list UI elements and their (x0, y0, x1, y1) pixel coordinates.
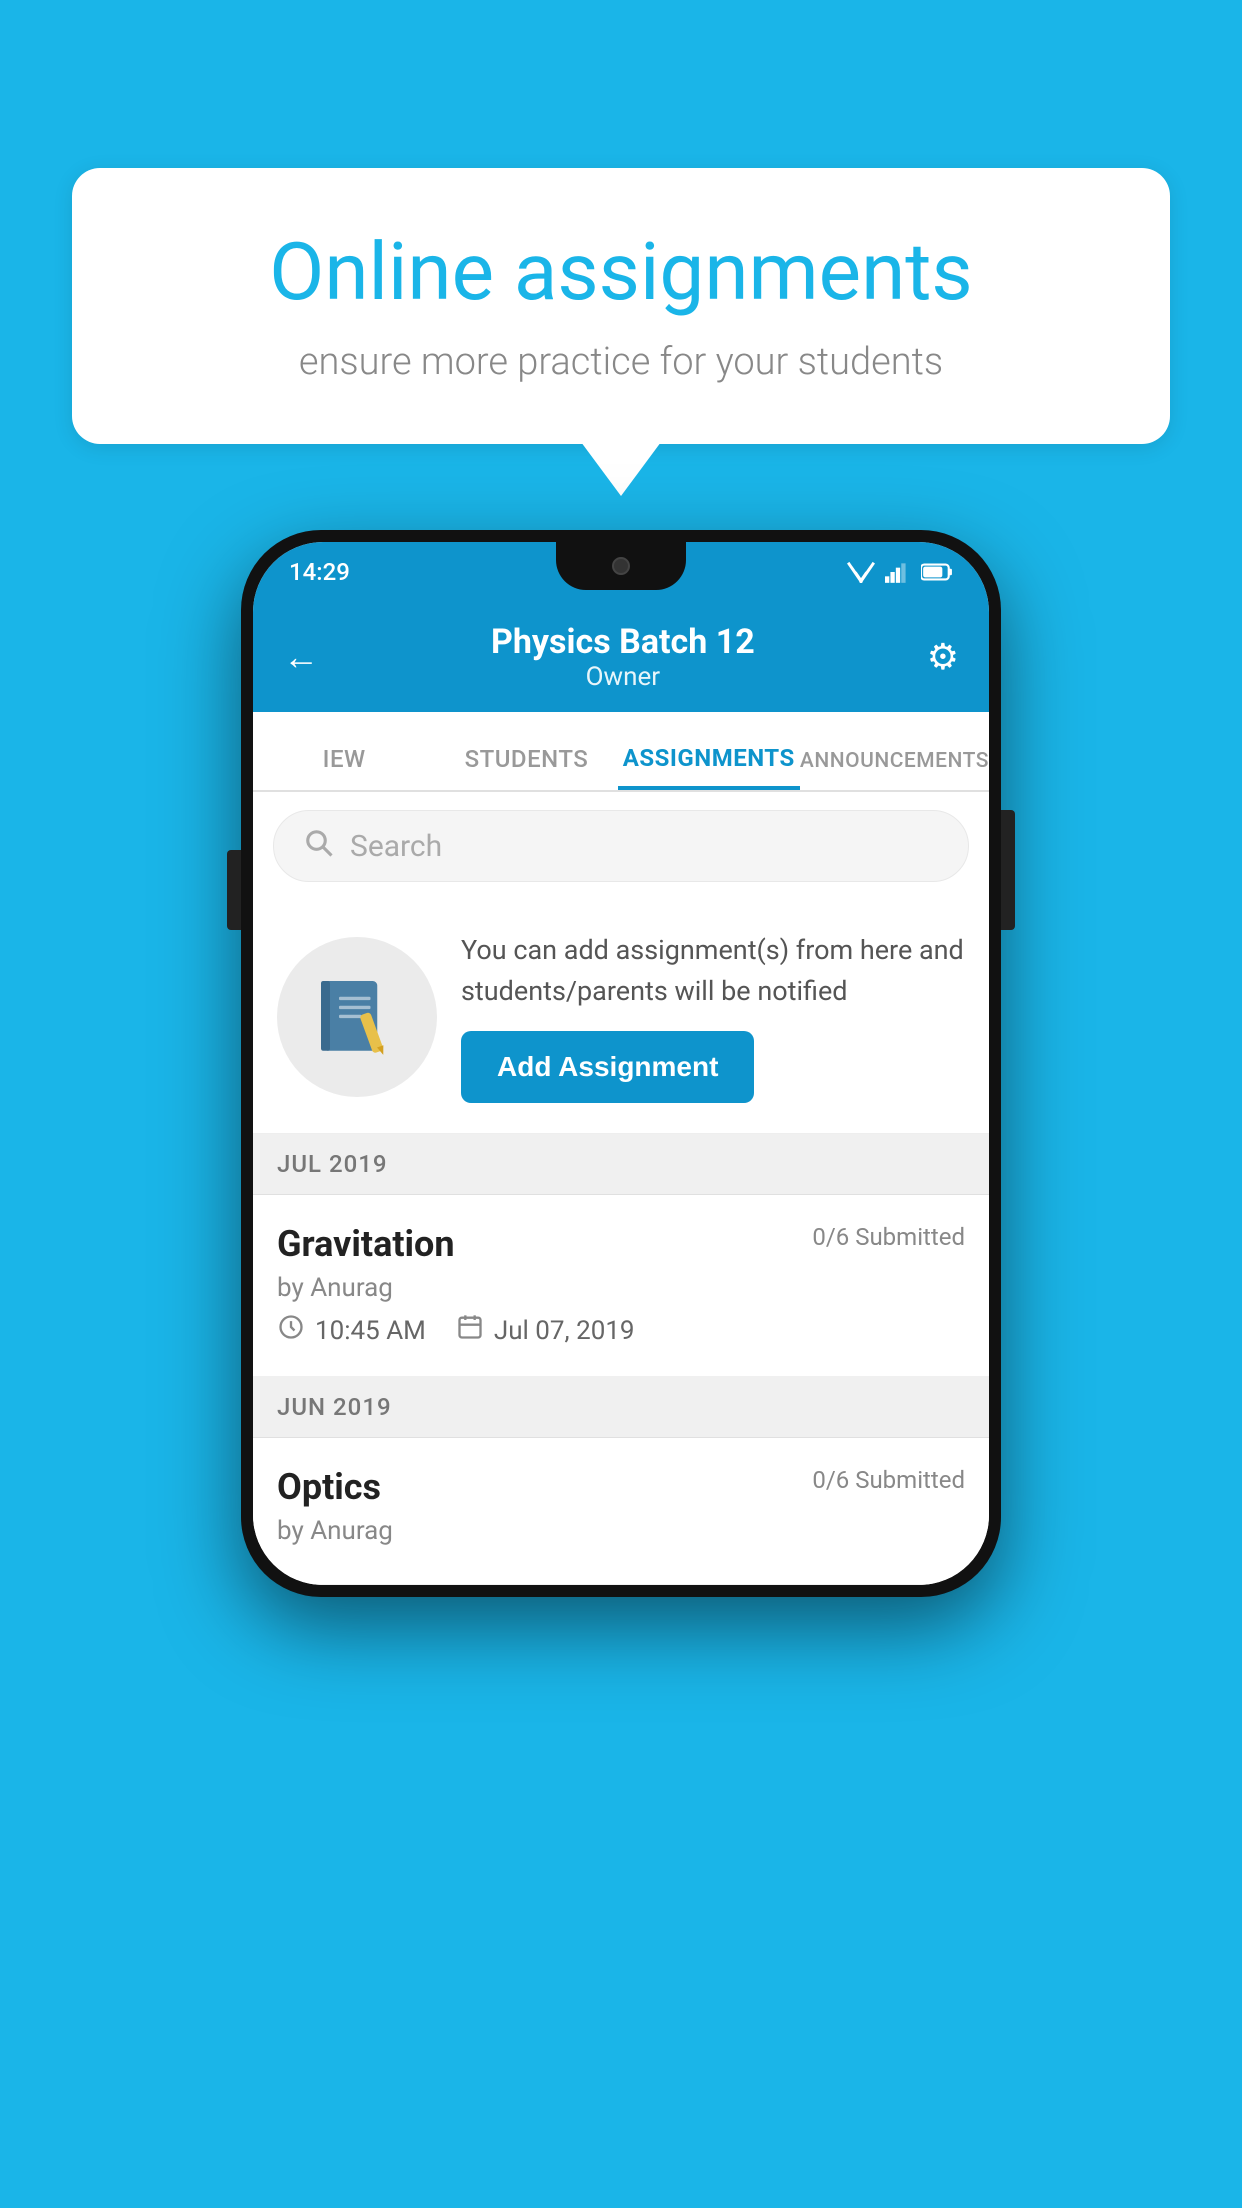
assignment-by-optics: by Anurag (277, 1516, 965, 1546)
assignment-meta-gravitation: 10:45 AM Jul 07, 2019 (277, 1313, 965, 1348)
promo-icon-circle (277, 937, 437, 1097)
tab-announcements[interactable]: ANNOUNCEMENTS (800, 712, 989, 790)
phone-screen: 14:29 (253, 542, 989, 1585)
batch-name: Physics Batch 12 (319, 622, 927, 662)
section-header-jun: JUN 2019 (253, 1377, 989, 1438)
notch (556, 542, 686, 590)
app-bar: ← Physics Batch 12 Owner ⚙ (253, 602, 989, 712)
speech-bubble-subtitle: ensure more practice for your students (152, 340, 1090, 384)
assignment-date-value: Jul 07, 2019 (494, 1316, 635, 1346)
status-time: 14:29 (289, 558, 350, 586)
speech-bubble-title: Online assignments (152, 228, 1090, 316)
tab-iew[interactable]: IEW (253, 712, 435, 790)
tab-assignments[interactable]: ASSIGNMENTS (618, 712, 800, 790)
assignment-date-gravitation: Jul 07, 2019 (456, 1313, 635, 1348)
clock-icon (277, 1313, 305, 1348)
camera-dot (612, 557, 630, 575)
search-container: Search (253, 792, 989, 900)
assignment-by-gravitation: by Anurag (277, 1273, 965, 1303)
settings-icon[interactable]: ⚙ (927, 636, 959, 678)
assignment-time-gravitation: 10:45 AM (277, 1313, 426, 1348)
add-assignment-button[interactable]: Add Assignment (461, 1031, 754, 1103)
section-header-jul: JUL 2019 (253, 1134, 989, 1195)
phone-wrapper: 14:29 (241, 530, 1001, 1597)
promo-text: You can add assignment(s) from here and … (461, 930, 965, 1011)
calendar-icon (456, 1313, 484, 1348)
tab-students[interactable]: STUDENTS (435, 712, 617, 790)
assignment-time-value: 10:45 AM (315, 1316, 426, 1346)
speech-bubble-container: Online assignments ensure more practice … (72, 168, 1170, 444)
assignment-item-gravitation[interactable]: Gravitation 0/6 Submitted by Anurag 10:4… (253, 1195, 989, 1377)
tabs-bar: IEW STUDENTS ASSIGNMENTS ANNOUNCEMENTS (253, 712, 989, 792)
search-placeholder: Search (350, 829, 442, 864)
battery-icon (921, 561, 953, 583)
owner-label: Owner (319, 662, 927, 692)
notebook-icon (312, 972, 402, 1062)
search-bar[interactable]: Search (273, 810, 969, 882)
promo-content: You can add assignment(s) from here and … (461, 930, 965, 1103)
assignment-submitted-gravitation: 0/6 Submitted (812, 1223, 965, 1251)
assignment-name-optics: Optics (277, 1466, 381, 1508)
assignment-name-gravitation: Gravitation (277, 1223, 455, 1265)
assignment-submitted-optics: 0/6 Submitted (812, 1466, 965, 1494)
assignment-item-optics[interactable]: Optics 0/6 Submitted by Anurag (253, 1438, 989, 1585)
phone-frame: 14:29 (241, 530, 1001, 1597)
signal-icon (885, 561, 911, 583)
back-button[interactable]: ← (283, 636, 319, 678)
app-bar-title: Physics Batch 12 Owner (319, 622, 927, 692)
wifi-icon (847, 561, 875, 583)
status-icons (847, 561, 953, 583)
status-bar: 14:29 (253, 542, 989, 602)
speech-bubble: Online assignments ensure more practice … (72, 168, 1170, 444)
promo-section: You can add assignment(s) from here and … (253, 900, 989, 1134)
search-icon (304, 828, 334, 865)
